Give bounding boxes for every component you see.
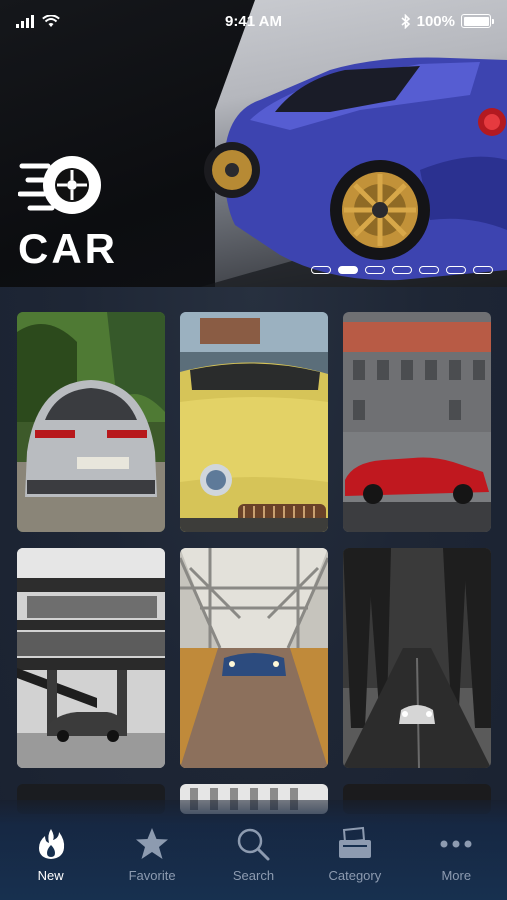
tab-bar: New Favorite Search Category More [0,800,507,900]
tab-new[interactable]: New [6,826,96,883]
wallpaper-tile-silver-sports-car[interactable] [17,312,165,532]
folder-icon [338,826,371,858]
wallpaper-tile-red-car-building[interactable] [343,312,491,532]
wallpaper-tile-forest-road[interactable] [343,548,491,768]
wallpaper-tile-yellow-convertible[interactable] [180,312,328,532]
hero-banner[interactable]: 9:41 AM 100% CAR [0,0,507,287]
wifi-icon [42,14,60,27]
tab-label: Category [328,868,382,883]
pager-dot[interactable] [473,266,493,274]
status-time: 9:41 AM [225,12,282,30]
tab-label: New [37,868,64,883]
battery-percent: 100% [416,12,455,30]
pager-dot[interactable] [419,266,439,274]
pager-dot[interactable] [311,266,331,274]
pager-dot[interactable] [392,266,412,274]
tab-label: More [441,868,472,883]
more-icon [440,840,472,848]
tab-favorite[interactable]: Favorite [107,826,197,883]
tab-more[interactable]: More [411,826,501,883]
wheel-logo-icon [18,156,101,214]
battery-icon [461,14,494,28]
search-icon [238,828,270,861]
pager-dot[interactable] [365,266,385,274]
tab-category[interactable]: Category [310,826,400,883]
carousel-pager[interactable] [311,266,493,274]
star-icon [136,828,169,859]
wallpaper-tile-parking-structure[interactable] [17,548,165,768]
tab-label: Favorite [128,868,176,883]
status-bar: 9:41 AM 100% [0,0,507,42]
pager-dot-active[interactable] [338,266,358,274]
tab-search[interactable]: Search [208,826,298,883]
brand-title: CAR [18,225,118,272]
wallpaper-tile-bridge-car[interactable] [180,548,328,768]
bluetooth-icon [401,13,410,29]
signal-icon [16,14,34,28]
flame-icon [38,829,64,859]
pager-dot[interactable] [446,266,466,274]
tab-label: Search [232,868,275,883]
